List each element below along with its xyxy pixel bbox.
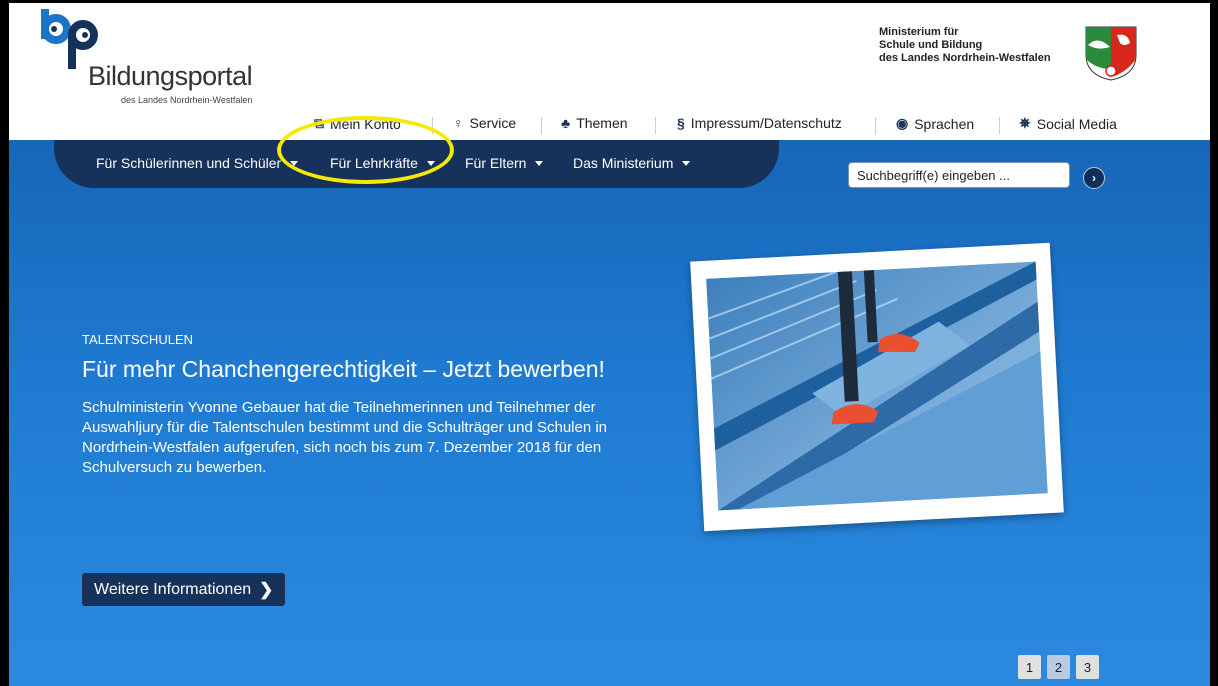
topnav-social-media[interactable]: ✵ Social Media (1019, 115, 1117, 132)
caret-down-icon (426, 160, 435, 166)
hero-text: Schulministerin Yvonne Gebauer hat die T… (82, 399, 608, 476)
topnav-label: Service (469, 115, 517, 131)
caret-down-icon (290, 160, 299, 166)
hero-title: Für mehr Chanchengerechtigkeit – Jetzt b… (82, 356, 605, 382)
ministry-line-2: Schule und Bildung (879, 39, 983, 51)
globe-icon: ◉ (896, 115, 909, 131)
mainnav-label: Für Schülerinnen und Schüler (96, 155, 282, 171)
mainnav-schueler[interactable]: Für Schülerinnen und Schüler (96, 155, 299, 171)
page-button-3[interactable]: 3 (1076, 655, 1099, 679)
chevron-right-icon: › (1092, 171, 1096, 185)
topnav-label: Sprachen (914, 115, 975, 132)
divider (999, 117, 1000, 134)
ministry-line-1: Ministerium für (879, 26, 959, 38)
logo-title: Bildungsportal (88, 61, 253, 91)
mainnav-label: Für Lehrkräfte (330, 155, 418, 171)
topnav-label: Impressum/Datenschutz (690, 115, 842, 131)
logo-subtitle: des Landes Nordrhein-Westfalen (121, 95, 253, 105)
caret-down-icon (535, 160, 544, 166)
divider (655, 117, 656, 134)
search-input[interactable]: Suchbegriff(e) eingeben ... (848, 162, 1070, 188)
hero-banner: Für Schülerinnen und Schüler Für Lehrkrä… (9, 140, 1210, 686)
topnav-service[interactable]: ♀ Service (453, 115, 516, 131)
page-button-1[interactable]: 1 (1018, 655, 1041, 679)
divider (541, 117, 542, 134)
topnav-label: Mein Konto (330, 115, 401, 132)
topnav-label: Social Media (1036, 115, 1117, 132)
topnav-mein-konto[interactable]: ⧉ Mein Konto (314, 115, 401, 132)
slider-pagination: 1 2 3 (1018, 655, 1099, 679)
mainnav-label: Das Ministerium (573, 155, 674, 171)
topnav-themen[interactable]: ♣ Themen (561, 115, 628, 131)
more-info-button[interactable]: Weitere Informationen ❯ (82, 573, 286, 606)
mainnav-lehrkraefte[interactable]: Für Lehrkräfte (330, 155, 435, 171)
topnav-sprachen[interactable]: ◉ Sprachen (896, 115, 974, 132)
topnav-impressum[interactable]: § Impressum/Datenschutz (677, 115, 842, 131)
divider (432, 117, 433, 134)
caret-down-icon (682, 160, 691, 166)
ministry-line-3: des Landes Nordrhein-Westfalen (879, 52, 1051, 64)
main-navigation: Für Schülerinnen und Schüler Für Lehrkrä… (54, 140, 779, 188)
bildungsportal-logo[interactable]: Bildungsportal des Landes Nordrhein-West… (39, 9, 259, 105)
page: Bildungsportal des Landes Nordrhein-West… (9, 3, 1210, 686)
nrw-crest-icon (1085, 26, 1137, 81)
hero-photo (690, 242, 1064, 532)
mainnav-ministerium[interactable]: Das Ministerium (573, 155, 691, 171)
topnav-label: Themen (576, 115, 628, 131)
account-icon: ⧉ (314, 115, 324, 131)
divider (875, 117, 876, 134)
top-navigation: ⧉ Mein Konto ♀ Service ♣ Themen § Impres… (9, 115, 1210, 137)
network-icon: ✵ (1019, 115, 1031, 131)
bp-logo-icon (41, 9, 98, 69)
lightbulb-icon: ♀ (453, 115, 464, 131)
stairs-photo-image (706, 261, 1048, 511)
mainnav-eltern[interactable]: Für Eltern (465, 155, 544, 171)
ministry-name[interactable]: Ministerium für Schule und Bildung des L… (879, 26, 1051, 65)
button-label: Weitere Informationen (94, 580, 252, 598)
hero-category: TALENTSCHULEN (82, 332, 194, 347)
paragraph-icon: § (677, 115, 685, 131)
mainnav-label: Für Eltern (465, 155, 527, 171)
chevron-right-icon: ❯ (259, 579, 274, 599)
page-button-2[interactable]: 2 (1047, 655, 1070, 679)
search-submit-button[interactable]: › (1083, 167, 1105, 189)
sitemap-icon: ♣ (561, 115, 571, 131)
